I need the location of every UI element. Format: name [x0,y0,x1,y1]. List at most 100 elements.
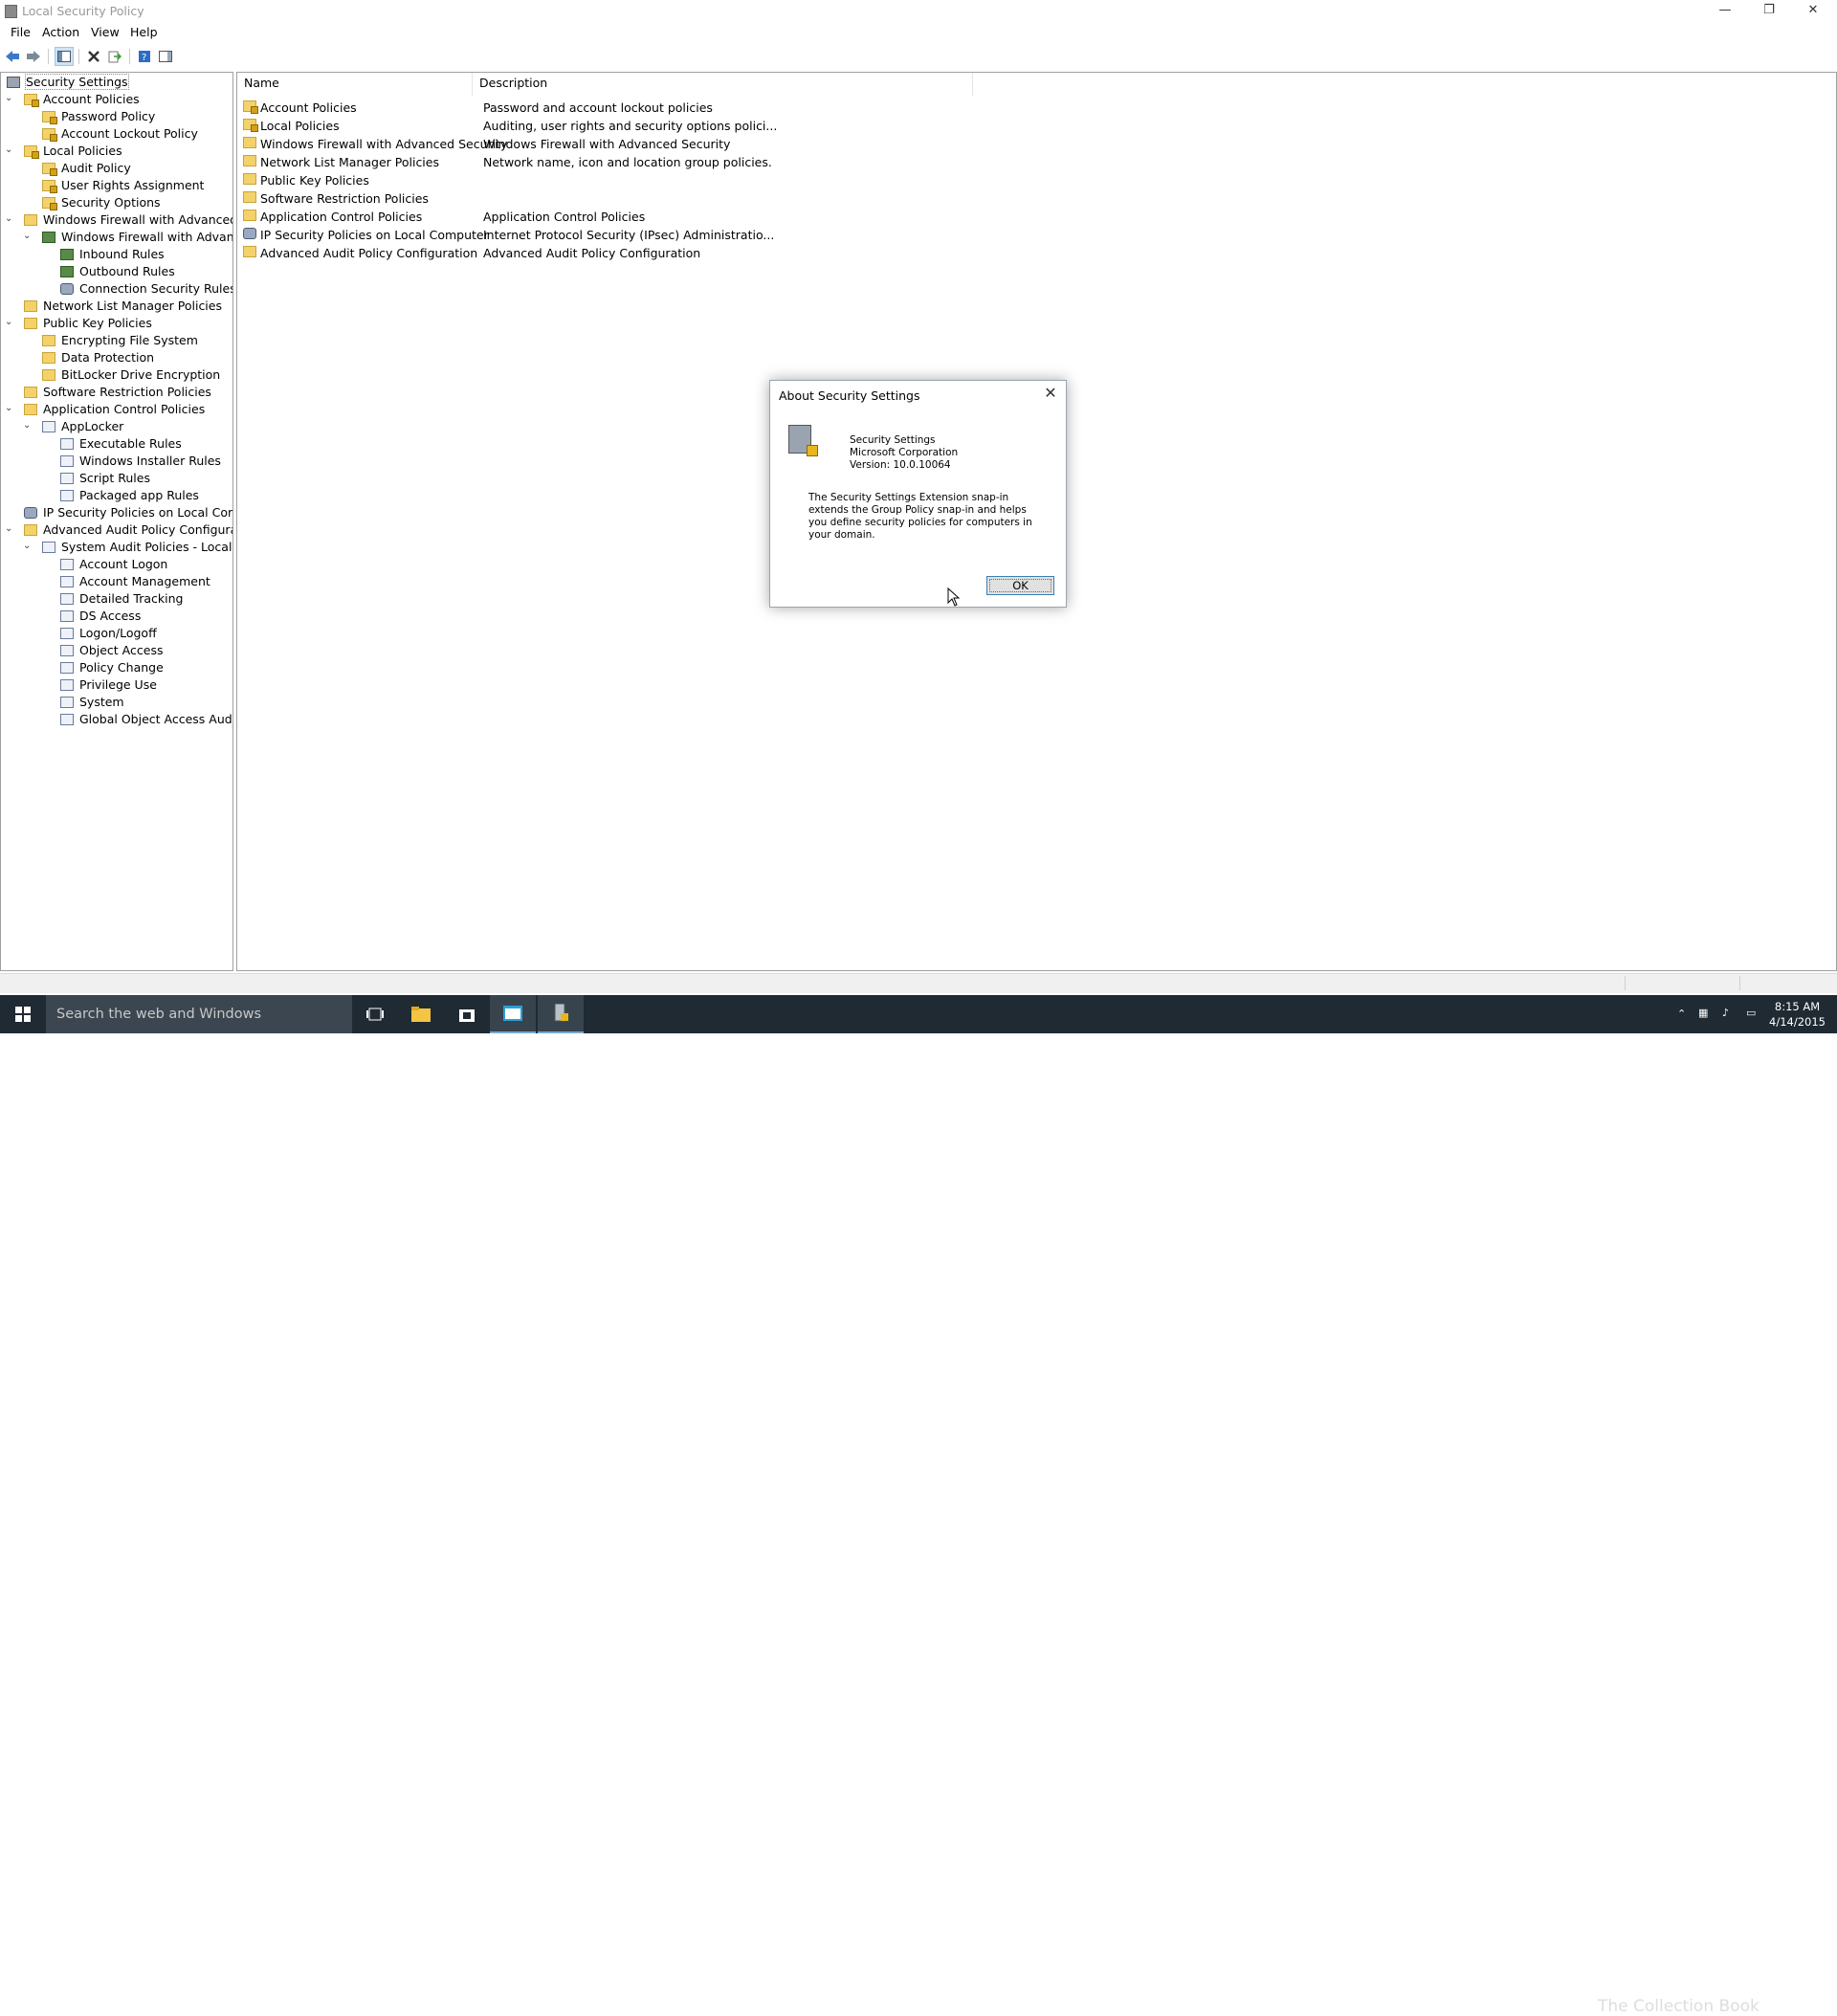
tree-item[interactable]: Password Policy [42,109,155,126]
tree-item[interactable]: ⌄ Advanced Audit Policy Configuration [5,522,232,540]
forward-button[interactable] [24,47,43,66]
tree-item[interactable]: BitLocker Drive Encryption [42,367,220,385]
tree-item-label: Audit Policy [61,161,131,175]
tree-item[interactable]: Windows Installer Rules [60,454,221,471]
tree-item[interactable]: ⌄ Windows Firewall with Advanced [23,230,232,247]
gear-icon [60,283,74,295]
back-button[interactable] [3,47,22,66]
list-row[interactable]: Software Restriction Policies [237,189,984,208]
list-row[interactable]: Account Policies Password and account loc… [237,99,984,117]
tree-item[interactable]: Account Lockout Policy [42,126,198,144]
store-button[interactable] [444,995,490,1033]
tree-item[interactable]: ⌄ Local Policies [5,144,122,161]
expand-chevron-icon[interactable]: ⌄ [5,317,16,328]
menu-view[interactable]: View [91,25,120,39]
taskbar-clock[interactable]: 8:15 AM 4/14/2015 [1769,999,1826,1030]
tree-item[interactable]: Outbound Rules [60,264,175,281]
tree-item[interactable]: Logon/Logoff [60,626,157,643]
tree-item[interactable]: Global Object Access Auditing [60,712,232,729]
console-icon [503,1006,522,1021]
tree-item[interactable]: Script Rules [60,471,150,488]
tree-item[interactable]: Executable Rules [60,436,182,454]
tree-item[interactable]: Packaged app Rules [60,488,199,505]
export-list-button[interactable] [105,47,124,66]
folder-icon [24,300,37,312]
console-tree: Security Settings ⌄ Account Policies Passw… [0,72,233,971]
mmc-taskbar-button[interactable] [490,995,536,1033]
tree-item[interactable]: Privilege Use [60,677,157,695]
tree-root-security-settings[interactable]: Security Settings [7,74,129,92]
tree-item[interactable]: ⌄ AppLocker [23,419,124,436]
close-button[interactable]: ✕ [1791,0,1835,22]
tree-item[interactable]: ⌄ Account Policies [5,92,140,109]
network-icon[interactable]: ▦ [1698,1007,1708,1019]
list-row[interactable]: IP Security Policies on Local Computer In… [237,226,984,244]
tree-item-label: Account Lockout Policy [61,126,198,141]
list-row[interactable]: Advanced Audit Policy Configuration Advan… [237,244,984,262]
restore-button[interactable]: ❐ [1747,0,1791,22]
show-hidden-icons-icon[interactable]: ⌃ [1677,1008,1686,1020]
clock-time: 8:15 AM [1774,1000,1821,1013]
toolbar-separator [78,49,79,64]
tree-item[interactable]: IP Security Policies on Local Compute [24,505,232,522]
tree-item-label: Script Rules [79,471,150,485]
menu-action[interactable]: Action [42,25,79,39]
tree-item[interactable]: Detailed Tracking [60,591,183,609]
task-view-button[interactable] [352,995,398,1033]
column-header-name[interactable]: Name [237,73,473,96]
tree-item[interactable]: Account Management [60,574,210,591]
tree-item[interactable]: Account Logon [60,557,167,574]
tree-item[interactable]: Connection Security Rules [60,281,232,299]
expand-chevron-icon[interactable]: ⌄ [23,231,34,242]
tree-item[interactable]: Data Protection [42,350,154,367]
list-row[interactable]: Public Key Policies [237,171,984,189]
folder-lock-icon [42,197,57,210]
ok-button[interactable]: OK [986,576,1054,595]
start-button[interactable] [0,995,46,1033]
expand-chevron-icon[interactable]: ⌄ [5,213,16,225]
tree-item[interactable]: Network List Manager Policies [24,299,222,316]
tree-item[interactable]: Audit Policy [42,161,131,178]
delete-button[interactable] [84,47,103,66]
column-header-description[interactable]: Description [473,73,973,96]
dialog-close-button[interactable]: ✕ [1041,384,1060,403]
tree-item[interactable]: User Rights Assignment [42,178,204,195]
tree-item[interactable]: Software Restriction Policies [24,385,211,402]
tree-item[interactable]: ⌄ Windows Firewall with Advanced Secu [5,212,232,230]
tree-item[interactable]: Object Access [60,643,163,660]
expand-chevron-icon[interactable]: ⌄ [23,420,34,432]
list-row[interactable]: Local Policies Auditing, user rights and … [237,117,984,135]
menu-help[interactable]: Help [130,25,158,39]
expand-chevron-icon[interactable]: ⌄ [5,93,16,104]
list-row[interactable]: Application Control Policies Application … [237,208,984,226]
expand-chevron-icon[interactable]: ⌄ [23,541,34,552]
tree-item[interactable]: Inbound Rules [60,247,165,264]
tree-item[interactable]: System [60,695,124,712]
security-settings-icon [7,77,20,88]
tree-item[interactable]: DS Access [60,609,141,626]
expand-chevron-icon[interactable]: ⌄ [5,144,16,156]
expand-chevron-icon[interactable]: ⌄ [5,403,16,414]
tree-item[interactable]: Policy Change [60,660,164,677]
help-button[interactable]: ? [135,47,154,66]
tree-item[interactable]: Encrypting File System [42,333,198,350]
show-hide-tree-button[interactable] [55,47,74,66]
tree-item[interactable]: Security Options [42,195,161,212]
list-row-description: Password and account lockout policies [483,100,713,115]
show-action-pane-button[interactable] [156,47,175,66]
action-center-icon[interactable]: ▭ [1746,1007,1756,1019]
taskbar-search-box[interactable]: Search the web and Windows [46,995,352,1033]
list-row[interactable]: Network List Manager Policies Network nam… [237,153,984,171]
volume-icon[interactable]: ♪ [1722,1007,1729,1019]
list-row-description: Auditing, user rights and security optio… [483,119,778,133]
menu-file[interactable]: File [11,25,31,39]
expand-chevron-icon[interactable]: ⌄ [5,523,16,535]
file-explorer-button[interactable] [398,995,444,1033]
local-security-policy-taskbar-button[interactable] [538,995,584,1033]
tree-item-label: AppLocker [61,419,124,433]
list-row[interactable]: Windows Firewall with Advanced Security W… [237,135,984,153]
minimize-button[interactable]: — [1703,0,1747,22]
tree-item[interactable]: ⌄ Public Key Policies [5,316,152,333]
tree-item[interactable]: ⌄ Application Control Policies [5,402,205,419]
tree-item[interactable]: ⌄ System Audit Policies - Local Grou [23,540,232,557]
